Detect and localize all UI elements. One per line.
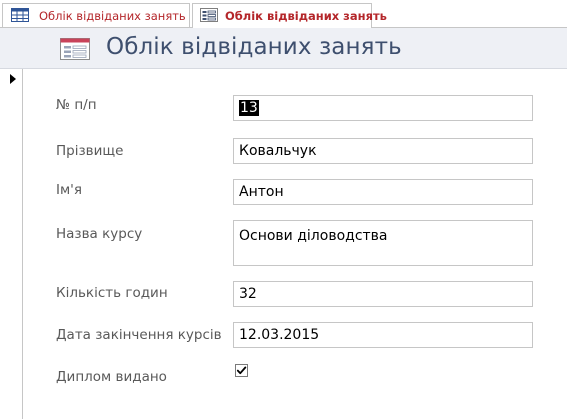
course-name-field[interactable]: Основи діловодства <box>233 220 533 266</box>
label-record-number: № п/п <box>56 97 97 113</box>
label-surname: Прізвище <box>56 143 124 159</box>
record-number-value: 13 <box>239 100 259 116</box>
label-diploma-issued: Диплом видано <box>56 369 167 385</box>
record-selector[interactable] <box>0 69 23 419</box>
form-icon <box>60 38 90 60</box>
diploma-issued-checkbox[interactable] <box>235 364 248 377</box>
surname-field[interactable]: Ковальчук <box>233 138 533 164</box>
tab-label: Облік відвіданих занять <box>39 9 186 23</box>
first-name-field[interactable]: Антон <box>233 179 533 205</box>
hours-count-field[interactable]: 32 <box>233 281 533 307</box>
checkmark-icon <box>236 366 247 375</box>
tab-label: Облік відвіданих занять <box>225 9 387 23</box>
current-record-pointer-icon <box>10 74 16 84</box>
form-header: Облік відвіданих занять <box>0 28 567 69</box>
tab-table-view[interactable]: Облік відвіданих занять <box>2 3 190 27</box>
label-course-end-date: Дата закінчення курсів <box>56 327 222 343</box>
access-form-window: Облік відвіданих занять Облік відвіданих… <box>0 0 567 419</box>
course-end-date-field[interactable]: 12.03.2015 <box>233 322 533 348</box>
form-title: Облік відвіданих занять <box>106 34 402 60</box>
form-icon <box>200 8 218 22</box>
record-number-field[interactable]: 13 <box>233 95 533 121</box>
label-course-name: Назва курсу <box>56 226 143 242</box>
table-icon <box>11 8 29 22</box>
label-first-name: Ім'я <box>56 182 82 198</box>
label-hours-count: Кількість годин <box>56 285 168 301</box>
document-tab-strip: Облік відвіданих занять Облік відвіданих… <box>0 0 567 28</box>
tab-form-view[interactable]: Облік відвіданих занять <box>192 3 387 28</box>
